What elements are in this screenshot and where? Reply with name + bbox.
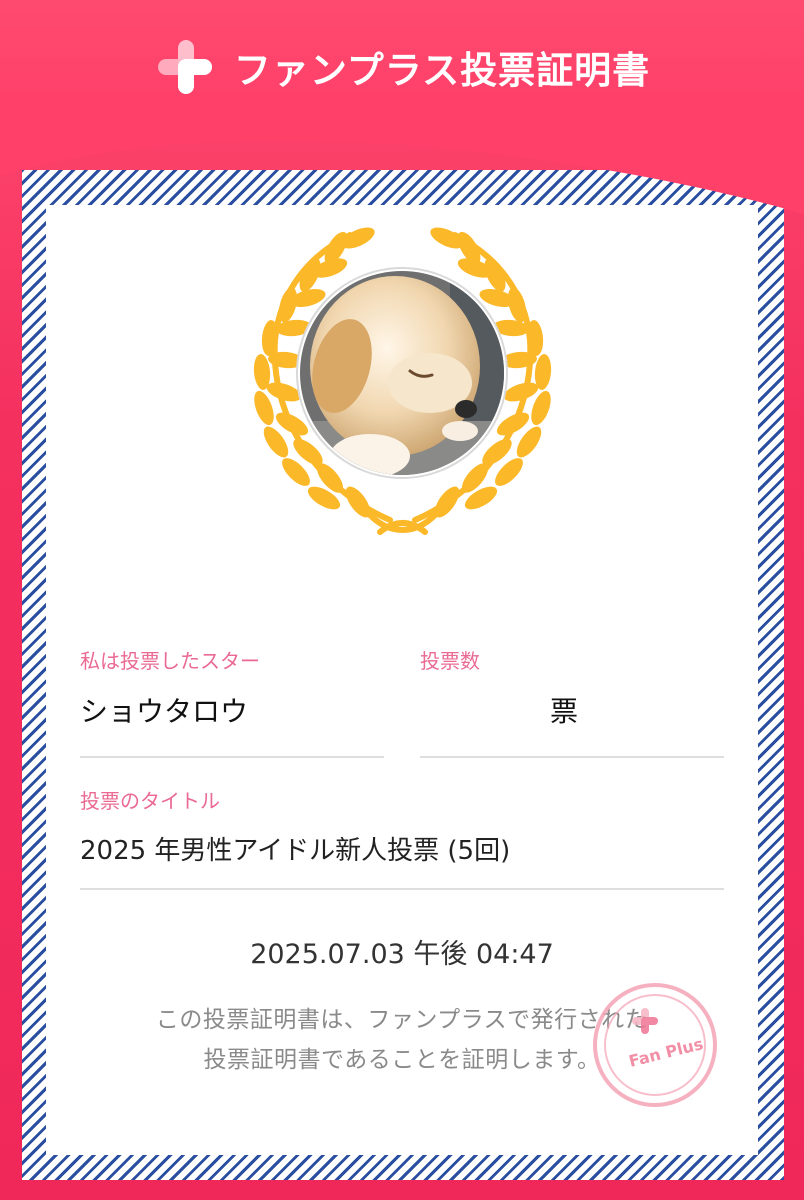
header-wave-overlay	[0, 96, 804, 214]
issued-datetime: 2025.07.03 午後 04:47	[250, 939, 554, 970]
vote-title-divider	[80, 888, 724, 890]
votes-divider	[420, 756, 724, 758]
vote-title-label: 投票のタイトル	[80, 789, 220, 813]
star-photo	[300, 271, 504, 475]
page-title: ファンプラス投票証明書	[233, 49, 651, 92]
star-name: ショウタロウ	[80, 695, 249, 728]
star-divider	[80, 756, 384, 758]
votes-label: 投票数	[420, 649, 480, 673]
votes-value: 票	[550, 695, 579, 728]
vote-title-value: 2025 年男性アイドル新人投票 (5回)	[80, 836, 511, 866]
header-title-group: ファンプラス投票証明書	[0, 36, 804, 98]
fanplus-plus-logo-icon	[157, 40, 212, 94]
star-label: 私は投票したスター	[80, 649, 260, 673]
